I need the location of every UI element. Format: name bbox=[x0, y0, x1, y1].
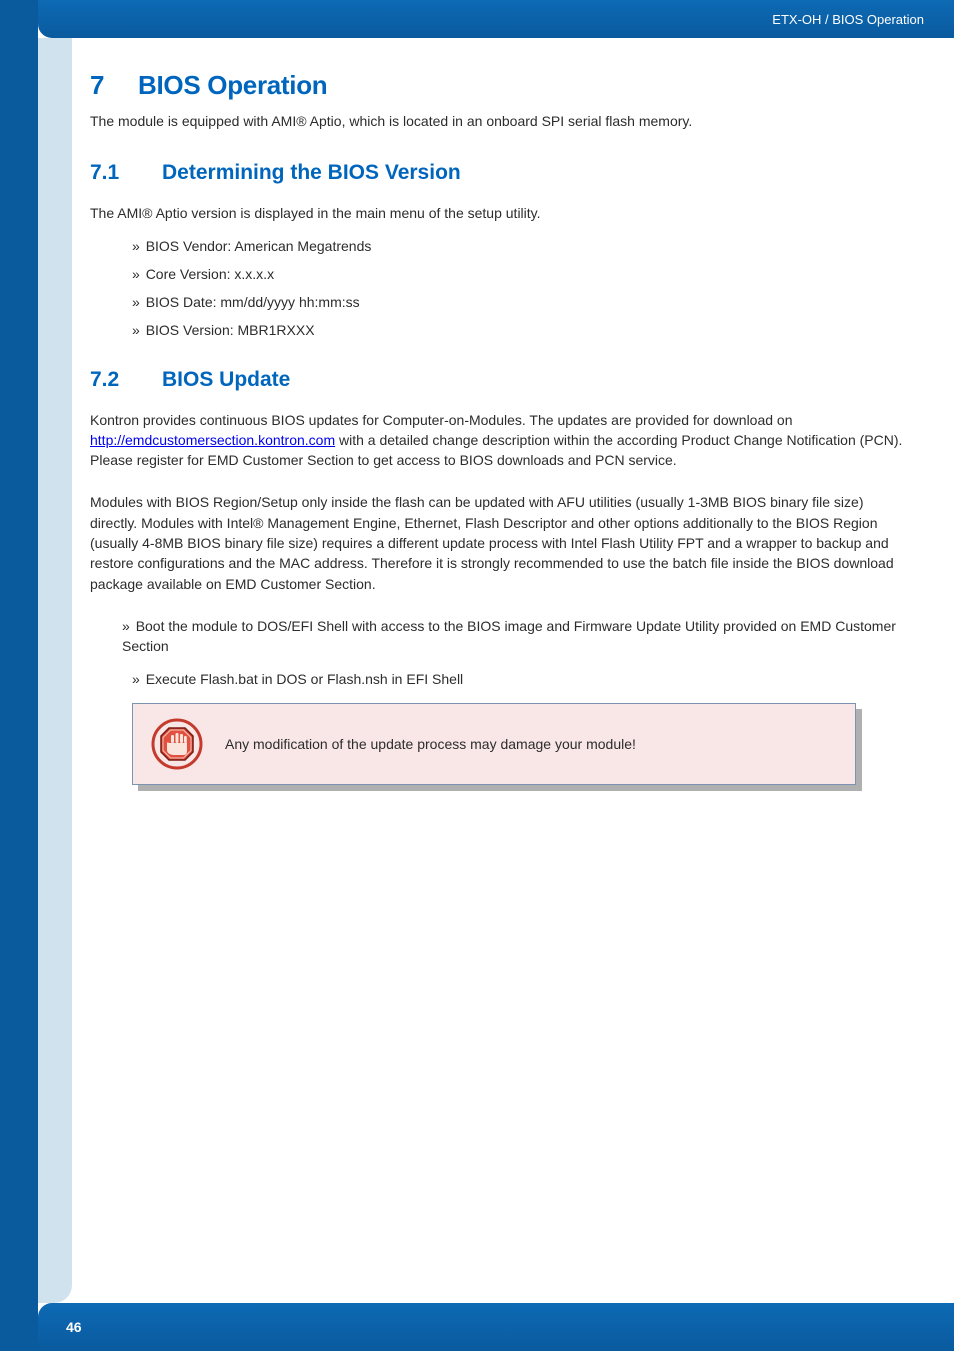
bios-version-list: » BIOS Vendor: American Megatrends » Cor… bbox=[90, 238, 914, 338]
emd-customer-section-link[interactable]: http://emdcustomersection.kontron.com bbox=[90, 432, 335, 448]
list-item-text: Boot the module to DOS/EFI Shell with ac… bbox=[122, 618, 896, 654]
section-7-intro: The module is equipped with AMI® Aptio, … bbox=[90, 111, 914, 131]
list-item-text: BIOS Version: MBR1RXXX bbox=[146, 322, 315, 338]
stop-icon bbox=[151, 718, 203, 770]
section-72-number: 7.2 bbox=[90, 368, 162, 392]
section-7-number: 7 bbox=[90, 70, 138, 101]
section-71-title: Determining the BIOS Version bbox=[162, 161, 461, 185]
warning-text: Any modification of the update process m… bbox=[225, 736, 636, 752]
list-item: » Core Version: x.x.x.x bbox=[132, 266, 914, 282]
para-text-before-link: Kontron provides continuous BIOS updates… bbox=[90, 412, 793, 428]
bullet-prefix: » bbox=[132, 238, 144, 254]
section-71-heading: 7.1 Determining the BIOS Version bbox=[90, 161, 914, 185]
list-item-text: BIOS Date: mm/dd/yyyy hh:mm:ss bbox=[146, 294, 360, 310]
list-item-text: Execute Flash.bat in DOS or Flash.nsh in… bbox=[146, 671, 463, 687]
list-item: » BIOS Date: mm/dd/yyyy hh:mm:ss bbox=[132, 294, 914, 310]
list-item: » BIOS Vendor: American Megatrends bbox=[132, 238, 914, 254]
update-steps-list: » Boot the module to DOS/EFI Shell with … bbox=[90, 616, 914, 689]
section-72-heading: 7.2 BIOS Update bbox=[90, 368, 914, 392]
section-72-title: BIOS Update bbox=[162, 368, 290, 392]
list-item: » BIOS Version: MBR1RXXX bbox=[132, 322, 914, 338]
list-item-text: BIOS Vendor: American Megatrends bbox=[146, 238, 372, 254]
footer-bar: 46 bbox=[38, 1303, 954, 1351]
warning-box: Any modification of the update process m… bbox=[132, 703, 856, 785]
section-71-number: 7.1 bbox=[90, 161, 162, 185]
section-7-heading: 7 BIOS Operation bbox=[90, 70, 914, 101]
header-bar: ETX-OH / BIOS Operation bbox=[38, 0, 954, 38]
page-content: 7 BIOS Operation The module is equipped … bbox=[90, 70, 914, 785]
side-bar bbox=[0, 0, 38, 1351]
section-72-para2: Modules with BIOS Region/Setup only insi… bbox=[90, 492, 914, 593]
section-71-intro: The AMI® Aptio version is displayed in t… bbox=[90, 203, 914, 223]
list-item-text: Core Version: x.x.x.x bbox=[146, 266, 274, 282]
bullet-prefix: » bbox=[132, 294, 144, 310]
page-number: 46 bbox=[66, 1319, 82, 1335]
list-item: » Boot the module to DOS/EFI Shell with … bbox=[122, 616, 914, 657]
header-breadcrumb: ETX-OH / BIOS Operation bbox=[772, 12, 924, 27]
bullet-prefix: » bbox=[132, 322, 144, 338]
section-72-para1: Kontron provides continuous BIOS updates… bbox=[90, 410, 914, 471]
bullet-prefix: » bbox=[132, 266, 144, 282]
bullet-prefix: » bbox=[132, 671, 144, 687]
section-7-title: BIOS Operation bbox=[138, 70, 327, 101]
list-item: » Execute Flash.bat in DOS or Flash.nsh … bbox=[122, 669, 914, 689]
side-bar-accent bbox=[38, 38, 72, 1303]
warning-callout: Any modification of the update process m… bbox=[132, 703, 856, 785]
bullet-prefix: » bbox=[122, 618, 134, 634]
